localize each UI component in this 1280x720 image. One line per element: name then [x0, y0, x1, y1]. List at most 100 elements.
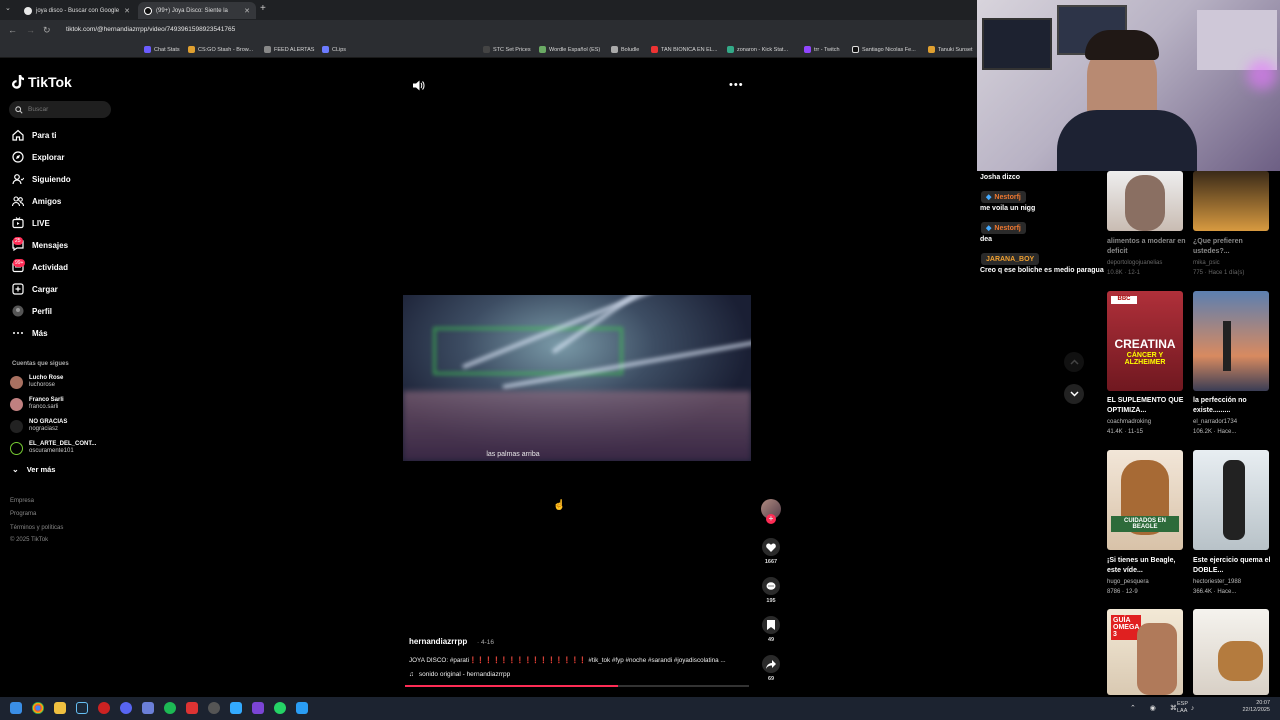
footer-link[interactable]: Términos y políticas — [10, 525, 63, 531]
author-avatar-button[interactable]: + — [761, 499, 781, 524]
language-indicator[interactable]: ESP LAA — [1177, 701, 1188, 715]
discord-icon[interactable] — [120, 702, 132, 714]
video-author[interactable]: el_narrador1734 — [1193, 419, 1278, 425]
spotify-icon[interactable] — [164, 702, 176, 714]
bookmark-item[interactable]: CLips — [322, 46, 346, 53]
footer-link[interactable]: Programa — [10, 511, 36, 517]
bookmark-item[interactable]: trr - Twitch — [804, 46, 840, 53]
nav-cargar[interactable]: Cargar — [12, 283, 58, 295]
more-options-icon[interactable]: ••• — [729, 79, 744, 91]
tab-tiktok[interactable]: (99+) Joya Disco: Siente la ✕ — [138, 2, 256, 19]
scroll-up-button[interactable] — [1064, 352, 1084, 372]
video-title[interactable]: la perfección no existe......... — [1193, 396, 1273, 416]
bookmark-item[interactable]: Chat Stats — [144, 46, 180, 53]
share-button[interactable]: 69 — [761, 655, 781, 682]
video-thumbnail[interactable]: CUIDADOS EN BEAGLE — [1107, 450, 1183, 550]
bookmark-item[interactable]: FEED ALERTAS — [264, 46, 314, 53]
nav-amigos[interactable]: Amigos — [12, 195, 61, 207]
app-icon[interactable] — [186, 702, 198, 714]
nav-perfil[interactable]: Perfil — [12, 305, 52, 317]
chrome-icon[interactable] — [32, 702, 44, 714]
save-button[interactable]: 49 — [761, 616, 781, 643]
nav-explorar[interactable]: Explorar — [12, 151, 64, 163]
tab-search-icon[interactable]: ⌄ — [5, 4, 11, 12]
close-tab-icon[interactable]: ✕ — [124, 7, 130, 15]
video-author[interactable]: mika_psic — [1193, 260, 1278, 266]
nav-live[interactable]: LIVE — [12, 217, 50, 229]
video-title[interactable]: ¿Que prefieren ustedes?... — [1193, 237, 1273, 257]
bookmark-item[interactable]: Wordle Español (ES) — [539, 46, 600, 53]
see-more-button[interactable]: ⌄ Ver más — [12, 465, 55, 474]
app-icon[interactable] — [208, 702, 220, 714]
scroll-down-button[interactable] — [1064, 384, 1084, 404]
tiktok-logo[interactable]: TikTok — [12, 74, 72, 90]
bookmark-item[interactable]: CS:GO Stash - Brow... — [188, 46, 253, 53]
video-author[interactable]: deportologojuanelias — [1107, 260, 1192, 266]
video-subtitle: las palmas arriba — [486, 451, 540, 458]
browser-tab-bar: joya disco - Buscar con Google ✕ (99+) J… — [0, 0, 977, 20]
video-thumbnail[interactable] — [1193, 609, 1269, 695]
followed-account[interactable]: Franco Sarli franco.sarli — [10, 397, 64, 411]
nav-mas[interactable]: Más — [12, 327, 48, 339]
app-icon[interactable] — [230, 702, 242, 714]
app-icon[interactable] — [142, 702, 154, 714]
video-stats: 10.8K · 12-1 — [1107, 270, 1141, 276]
obs-icon[interactable] — [98, 702, 110, 714]
followed-account[interactable]: EL_ARTE_DEL_CONT... oscuramente101 — [10, 441, 96, 455]
video-thumbnail[interactable] — [1193, 450, 1269, 550]
video-thumbnail[interactable]: GUÍA OMEGA 3 — [1107, 609, 1183, 695]
bookmark-item[interactable]: TAN BIONICA EN EL... — [651, 46, 717, 53]
comment-button[interactable]: 195 — [761, 577, 781, 604]
new-tab-button[interactable]: + — [260, 3, 266, 14]
home-icon — [12, 129, 24, 141]
reload-icon[interactable]: ↻ — [43, 25, 51, 36]
tab-google[interactable]: joya disco - Buscar con Google ✕ — [18, 2, 136, 19]
video-title[interactable]: ¡Si tienes un Beagle, este víde... — [1107, 556, 1187, 576]
video-title[interactable]: alimentos a moderar en deficit — [1107, 237, 1187, 257]
video-author[interactable]: hernandiazrrpp — [409, 637, 467, 646]
bookmark-item[interactable]: Boludle — [611, 46, 639, 53]
close-tab-icon[interactable]: ✕ — [244, 7, 250, 15]
video-thumbnail[interactable] — [1193, 171, 1269, 231]
video-author[interactable]: hugo_pesquera — [1107, 579, 1192, 585]
video-progress-bar[interactable] — [405, 685, 749, 687]
folder-icon[interactable] — [54, 702, 66, 714]
like-button[interactable]: 1667 — [761, 538, 781, 565]
video-author[interactable]: coachmadroking — [1107, 419, 1192, 425]
activity-badge: 99+ — [13, 259, 26, 267]
bookmark-item[interactable]: Santiago Nicolas Fe... — [852, 46, 916, 53]
footer-link[interactable]: Empresa — [10, 498, 34, 504]
back-icon[interactable]: ← — [8, 25, 17, 35]
volume-icon[interactable] — [413, 78, 425, 96]
bookmark-item[interactable]: zonaron - Kick Stat... — [727, 46, 788, 53]
video-thumbnail[interactable] — [1193, 291, 1269, 391]
video-title[interactable]: EL SUPLEMENTO QUE OPTIMIZA... — [1107, 396, 1187, 416]
search-input[interactable]: Buscar — [9, 101, 111, 118]
thumbnail-text: CÁNCER Y ALZHEIMER — [1124, 352, 1166, 366]
followed-account[interactable]: NO GRACIAS nograciasz — [10, 419, 67, 433]
tray-icons[interactable]: ⌃ ◉ ⌘ ♪ — [1130, 704, 1200, 712]
app-icon[interactable] — [252, 702, 264, 714]
forward-icon[interactable]: → — [26, 25, 35, 35]
video-thumbnail[interactable]: BBC CREATINA CÁNCER Y ALZHEIMER — [1107, 291, 1183, 391]
progress-fill — [405, 685, 619, 687]
video-thumbnail[interactable] — [1107, 171, 1183, 231]
steam-icon[interactable] — [76, 702, 88, 714]
profile-icon — [12, 305, 24, 317]
system-clock[interactable]: 20:07 22/12/2025 — [1242, 700, 1270, 714]
bookmark-item[interactable]: Tanuki Sunset — [928, 46, 973, 53]
whatsapp-icon[interactable] — [274, 702, 286, 714]
nav-siguiendo[interactable]: Siguiendo — [12, 173, 71, 185]
nav-para-ti[interactable]: Para ti — [12, 129, 56, 141]
app-icon[interactable] — [296, 702, 308, 714]
followed-account[interactable]: Lucho Rose luchorose — [10, 375, 63, 389]
bookmark-item[interactable]: STC Set Prices — [483, 46, 531, 53]
video-author[interactable]: hectoriester_1988 — [1193, 579, 1278, 585]
start-icon[interactable] — [10, 702, 22, 714]
sound-link[interactable]: ♫ sonido original - hernandiazrrpp — [409, 671, 510, 678]
video-title[interactable]: Este ejercicio quema el DOBLE... — [1193, 556, 1273, 576]
url-field[interactable]: tiktok.com/@hernandiazrrpp/video/7493961… — [66, 26, 235, 33]
person-silhouette — [1223, 321, 1231, 371]
tiktok-logo-icon — [12, 75, 24, 89]
video-player[interactable] — [403, 295, 751, 461]
